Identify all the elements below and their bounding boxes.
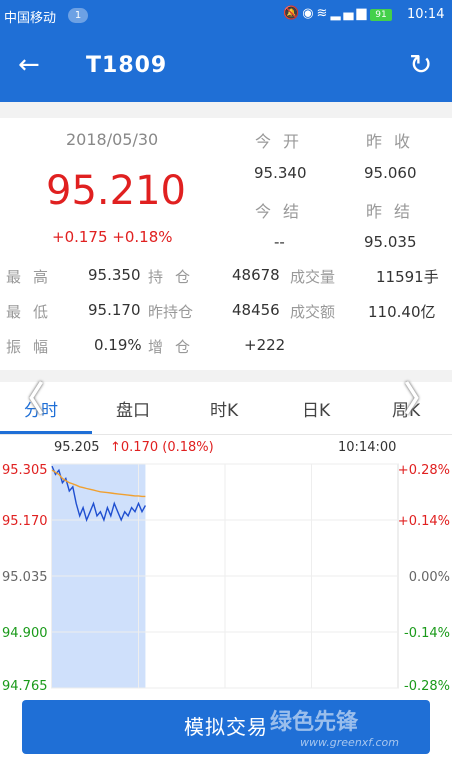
- watermark-url: www.greenxf.com: [300, 736, 399, 749]
- notification-badge: 1: [68, 8, 88, 23]
- eye-icon: ◉: [302, 6, 317, 21]
- watermark-text: 绿色先锋: [270, 710, 359, 735]
- chevron-left-icon[interactable]: 〈: [10, 372, 44, 421]
- prev-close-value: 95.060: [364, 164, 417, 182]
- status-icons: 🔕◉≋▂▄▆: [283, 6, 369, 21]
- signal-icon: ▂▄▆: [330, 6, 370, 21]
- clock: 10:14: [407, 7, 445, 22]
- price-change: +0.175 +0.18%: [52, 228, 173, 246]
- tab-order-book[interactable]: 盘口: [116, 396, 150, 421]
- tab-daily-k[interactable]: 日K: [302, 396, 330, 421]
- chart-header: 95.205 ↑0.170 (0.18%) 10:14:00: [0, 440, 452, 460]
- app-header: ← T1809 ↻: [0, 32, 452, 102]
- today-settle-value: --: [274, 233, 285, 251]
- chart-change: ↑0.170 (0.18%): [110, 440, 214, 455]
- wifi-icon: ≋: [316, 6, 331, 21]
- y-left-tick-label: 95.305: [2, 463, 48, 478]
- stats-row-2: 最低 95.170 昨持仓 48456 成交额 110.40亿: [0, 301, 452, 325]
- prev-settle-value: 95.035: [364, 233, 417, 251]
- prev-position-label: 昨持仓: [148, 303, 194, 321]
- y-left-tick-label: 94.765: [2, 679, 48, 692]
- low-label: 最低: [6, 303, 61, 321]
- refresh-icon[interactable]: ↻: [409, 50, 432, 80]
- amplitude-label: 振幅: [6, 338, 61, 356]
- turnover-value: 110.40亿: [368, 303, 436, 321]
- stats-row-1: 最高 95.350 持仓 48678 成交量 11591手: [0, 266, 452, 290]
- chart-tabs: 分时 盘口 时K 日K 周K: [0, 382, 452, 435]
- amplitude-value: 0.19%: [94, 336, 142, 354]
- mute-icon: 🔕: [283, 6, 303, 21]
- active-tab-indicator: [0, 431, 92, 434]
- prev-position-value: 48456: [232, 301, 280, 319]
- y-left-tick-label: 95.170: [2, 514, 48, 529]
- position-value: 48678: [232, 266, 280, 284]
- carrier-label: 中国移动: [4, 11, 57, 26]
- increase-label: 增仓: [148, 338, 203, 356]
- prev-settle-label: 昨结: [366, 202, 423, 221]
- y-right-tick-label: -0.28%: [404, 679, 450, 692]
- today-open-value: 95.340: [254, 164, 307, 182]
- intraday-chart[interactable]: 95.305 95.170 95.035 94.900 94.765 +0.28% +0.1…: [0, 460, 452, 692]
- today-open-label: 今开: [255, 132, 312, 151]
- stats-row-3: 振幅 0.19% 增仓 +222: [0, 336, 452, 360]
- quote-date: 2018/05/30: [66, 130, 159, 149]
- y-right-tick-label: -0.14%: [404, 626, 450, 641]
- y-left-tick-label: 94.900: [2, 626, 48, 641]
- turnover-label: 成交额: [290, 303, 336, 321]
- section-divider: [0, 370, 452, 382]
- y-right-tick-label: 0.00%: [409, 570, 450, 585]
- prev-close-label: 昨收: [366, 132, 423, 151]
- page-title: T1809: [86, 53, 168, 78]
- volume-value: 11591手: [376, 268, 439, 286]
- status-bar: 中国移动 1 🔕◉≋▂▄▆ 91 10:14: [0, 0, 452, 32]
- last-price: 95.210: [46, 168, 186, 214]
- y-right-tick-label: +0.14%: [398, 514, 450, 529]
- tab-hourly-k[interactable]: 时K: [210, 396, 238, 421]
- arrow-left-icon[interactable]: ←: [18, 52, 40, 78]
- section-divider: [0, 102, 452, 118]
- volume-label: 成交量: [290, 268, 336, 286]
- battery-icon: 91: [370, 9, 392, 21]
- increase-value: +222: [244, 336, 286, 354]
- chart-time: 10:14:00: [338, 440, 397, 455]
- high-value: 95.350: [88, 266, 141, 284]
- today-settle-label: 今结: [255, 202, 312, 221]
- low-value: 95.170: [88, 301, 141, 319]
- high-label: 最高: [6, 268, 61, 286]
- chart-current-price: 95.205: [54, 440, 100, 455]
- y-left-tick-label: 95.035: [2, 570, 48, 585]
- position-label: 持仓: [148, 268, 203, 286]
- y-right-tick-label: +0.28%: [398, 463, 450, 478]
- chevron-right-icon[interactable]: 〉: [404, 372, 438, 421]
